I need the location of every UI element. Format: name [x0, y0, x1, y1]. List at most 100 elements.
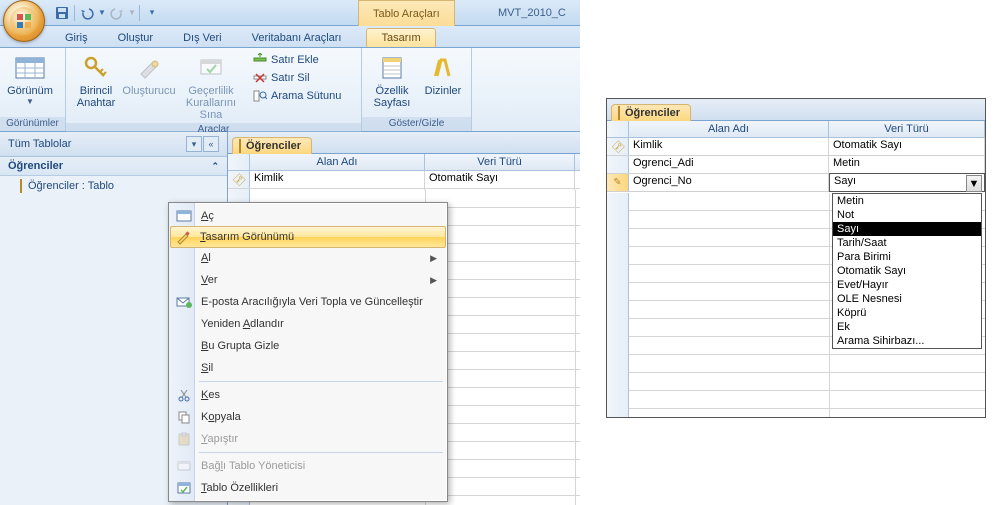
- cell-field-name[interactable]: Ogrenci_Adi: [629, 156, 829, 173]
- col-data-type[interactable]: Veri Türü: [829, 121, 985, 137]
- menu-open[interactable]: AAçç: [171, 205, 445, 227]
- table-row[interactable]: Ogrenci_Adi Metin: [607, 156, 985, 174]
- nav-pane-title: Tüm Tablolar: [8, 138, 71, 150]
- row-selector-header: [228, 154, 250, 170]
- dropdown-option-datetime[interactable]: Tarih/Saat: [833, 236, 981, 250]
- chevron-up-icon: ⌃: [211, 161, 219, 172]
- delete-row-icon: [252, 70, 268, 86]
- cell-field-name[interactable]: Kimlik: [629, 138, 829, 155]
- dropdown-option-attachment[interactable]: Ek: [833, 320, 981, 334]
- nav-dropdown-icon[interactable]: ▾: [186, 136, 202, 152]
- tab-home[interactable]: Giriş: [50, 28, 103, 47]
- cell-data-type[interactable]: Metin: [829, 156, 985, 173]
- document-tab-label: Öğrenciler: [246, 140, 301, 152]
- cell-field-name[interactable]: Ogrenci_No: [629, 174, 829, 191]
- menu-design-view[interactable]: Tasarım Görünümü: [170, 226, 446, 248]
- dropdown-option-autonumber[interactable]: Otomatik Sayı: [833, 264, 981, 278]
- cell-data-type[interactable]: Otomatik Sayı: [829, 138, 985, 155]
- qat-redo-dropdown-icon[interactable]: ▼: [127, 3, 137, 23]
- row-selector[interactable]: ⚿: [607, 138, 629, 155]
- dropdown-option-number[interactable]: Sayı: [833, 222, 981, 236]
- qat-customize-icon[interactable]: ▾: [142, 3, 162, 23]
- primary-key-icon: ⚿: [229, 170, 247, 188]
- col-field-name[interactable]: Alan Adı: [629, 121, 829, 137]
- col-field-name[interactable]: Alan Adı: [250, 154, 425, 170]
- row-selector[interactable]: ⚿: [228, 171, 250, 188]
- row-selector-current[interactable]: ✎: [607, 174, 629, 191]
- design-view-icon: [175, 228, 193, 246]
- tab-external-data[interactable]: Dış Veri: [168, 28, 237, 47]
- tab-database-tools[interactable]: Veritabanı Araçları: [237, 28, 357, 47]
- menu-collect-email-label: E-posta Aracılığıyla Veri Topla ve Günce…: [201, 296, 423, 308]
- edit-indicator-icon: ✎: [613, 177, 621, 188]
- primary-key-icon: ⚿: [608, 137, 626, 155]
- menu-hide-group[interactable]: Bu Grupta Gizle: [171, 335, 445, 357]
- nav-item-table[interactable]: Öğrenciler : Tablo: [0, 176, 227, 196]
- menu-delete[interactable]: Sil: [171, 357, 445, 379]
- menu-paste-label: Yapıştır: [201, 433, 238, 445]
- menu-cut[interactable]: Kes: [171, 384, 445, 406]
- dropdown-option-yesno[interactable]: Evet/Hayır: [833, 278, 981, 292]
- view-button[interactable]: Görünüm ▼: [4, 50, 56, 108]
- menu-table-properties[interactable]: Tablo Özellikleri: [171, 477, 445, 499]
- col-data-type[interactable]: Veri Türü: [425, 154, 575, 170]
- dropdown-option-hyperlink[interactable]: Köprü: [833, 306, 981, 320]
- validation-label: Geçerlilik Kurallarını Sına: [182, 85, 240, 121]
- document-tab[interactable]: Öğrenciler: [232, 137, 312, 154]
- table-row[interactable]: ⚿ Kimlik Otomatik Sayı: [228, 171, 580, 189]
- qat-redo-icon[interactable]: [107, 3, 127, 23]
- table-icon: [20, 180, 22, 192]
- primary-key-label: Birincil Anahtar: [77, 85, 116, 109]
- data-type-dropdown[interactable]: Metin Not Sayı Tarih/Saat Para Birimi Ot…: [832, 193, 982, 349]
- menu-import-label: Al: [201, 252, 211, 264]
- menu-collect-email[interactable]: E-posta Aracılığıyla Veri Topla ve Günce…: [171, 291, 445, 313]
- menu-rename[interactable]: Yeniden Adlandır: [171, 313, 445, 335]
- menu-export[interactable]: Ver ▶: [171, 269, 445, 291]
- office-button[interactable]: [3, 0, 45, 42]
- cut-icon: [175, 386, 193, 404]
- indexes-label: Dizinler: [425, 85, 462, 97]
- row-selector[interactable]: [607, 156, 629, 173]
- dropdown-option-text[interactable]: Metin: [833, 194, 981, 208]
- cell-data-type-editing[interactable]: Sayı: [829, 173, 985, 192]
- document-tab[interactable]: Öğrenciler: [611, 104, 691, 121]
- nav-pane-header[interactable]: Tüm Tablolar ▾ «: [0, 132, 227, 157]
- paste-icon: [175, 430, 193, 448]
- menu-copy[interactable]: Kopyala: [171, 406, 445, 428]
- dropdown-option-ole[interactable]: OLE Nesnesi: [833, 292, 981, 306]
- indexes-button[interactable]: Dizinler: [419, 50, 467, 99]
- qat-undo-dropdown-icon[interactable]: ▼: [97, 3, 107, 23]
- nav-collapse-icon[interactable]: «: [203, 136, 219, 152]
- lookup-icon: [252, 88, 268, 104]
- builder-button[interactable]: Oluşturucu: [123, 50, 175, 99]
- validation-icon: [195, 52, 227, 84]
- tab-design[interactable]: Tasarım: [366, 28, 435, 47]
- insert-rows-button[interactable]: Satır Ekle: [250, 51, 343, 69]
- table-icon: [618, 107, 620, 119]
- menu-delete-label: Sil: [201, 362, 213, 374]
- dropdown-option-memo[interactable]: Not: [833, 208, 981, 222]
- table-row[interactable]: ✎ Ogrenci_No Sayı: [607, 174, 985, 192]
- nav-group-header[interactable]: Öğrenciler ⌃: [0, 157, 227, 176]
- tab-create[interactable]: Oluştur: [103, 28, 168, 47]
- context-menu: AAçç Tasarım Görünümü Al ▶ Ver ▶ E-posta…: [168, 202, 448, 502]
- cell-field-name[interactable]: Kimlik: [250, 171, 425, 188]
- delete-rows-button[interactable]: Satır Sil: [250, 69, 343, 87]
- submenu-arrow-icon: ▶: [430, 275, 437, 286]
- dropdown-option-lookup-wizard[interactable]: Arama Sihirbazı...: [833, 334, 981, 348]
- property-sheet-button[interactable]: Özellik Sayfası: [366, 50, 418, 111]
- dropdown-option-currency[interactable]: Para Birimi: [833, 250, 981, 264]
- menu-import[interactable]: Al ▶: [171, 247, 445, 269]
- table-row[interactable]: ⚿ Kimlik Otomatik Sayı: [607, 138, 985, 156]
- insert-row-icon: [252, 52, 268, 68]
- test-validation-button[interactable]: Geçerlilik Kurallarını Sına: [176, 50, 246, 123]
- primary-key-button[interactable]: Birincil Anahtar: [70, 50, 122, 111]
- qat-save-icon[interactable]: [52, 3, 72, 23]
- qat-undo-icon[interactable]: [77, 3, 97, 23]
- cell-data-type[interactable]: Otomatik Sayı: [425, 171, 575, 188]
- dropdown-button[interactable]: ▼: [966, 175, 982, 192]
- chevron-down-icon: ▼: [969, 178, 980, 190]
- group-showhide-label: Göster/Gizle: [362, 117, 471, 131]
- lookup-column-button[interactable]: Arama Sütunu: [250, 87, 343, 105]
- open-icon: [175, 207, 193, 225]
